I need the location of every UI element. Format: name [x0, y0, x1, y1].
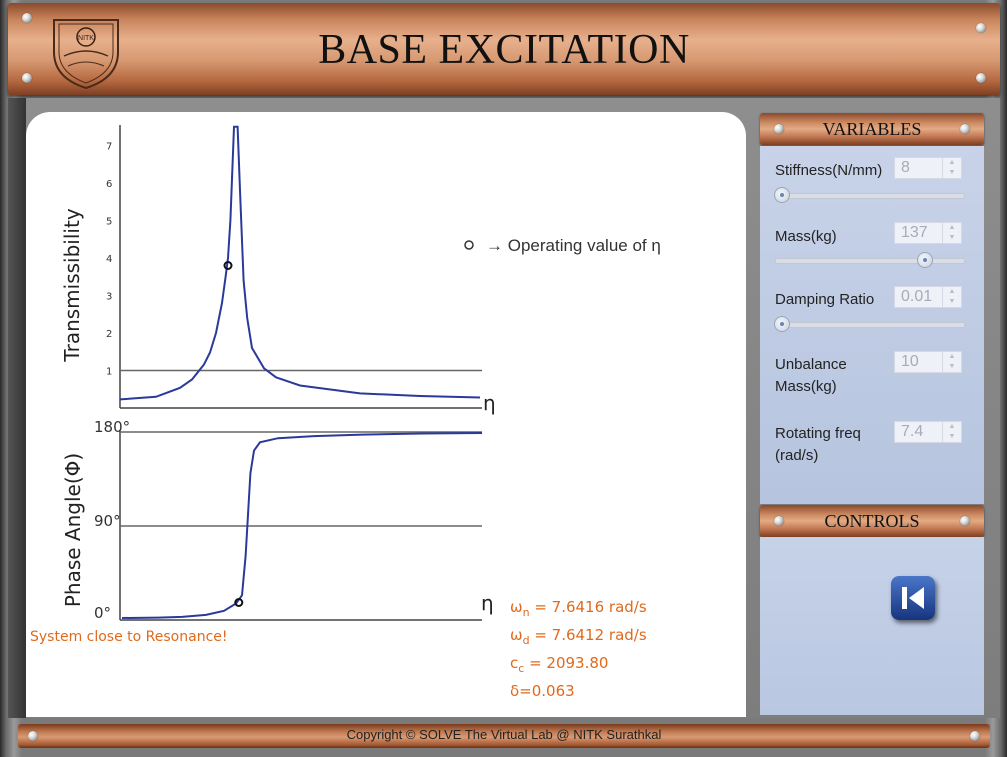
- tick-label: 1: [106, 367, 112, 378]
- spin-down-icon[interactable]: ▼: [943, 168, 961, 178]
- bolt-icon: [960, 124, 970, 134]
- step-back-button[interactable]: [891, 576, 935, 620]
- damping-label: Damping Ratio: [775, 291, 875, 308]
- transmissibility-chart: 1 2 3 4 5 6 7 Transmissibility η: [60, 125, 496, 415]
- side-panel: VARIABLES Stiffness(N/mm) 8 ▲ ▼ Mass(kg) …: [760, 113, 984, 715]
- tick-label: 90°: [94, 512, 121, 530]
- status-message: System close to Resonance!: [30, 629, 228, 645]
- natural-frequency: ωn = 7.6416 rad/s: [510, 598, 647, 619]
- tick-label: 7: [106, 142, 112, 153]
- stiffness-label: Stiffness(N/mm): [775, 162, 883, 179]
- tick-label: 6: [106, 179, 112, 190]
- mass-label: Mass(kg): [775, 228, 837, 245]
- bolt-icon: [774, 516, 784, 526]
- mass-slider[interactable]: [775, 252, 965, 268]
- slider-thumb[interactable]: [916, 252, 933, 268]
- copyright-text: Copyright © SOLVE The Virtual Lab @ NITK…: [346, 727, 662, 742]
- rotating-freq-spinner[interactable]: 7.4 ▲ ▼: [894, 421, 962, 443]
- bolt-icon: [970, 731, 980, 741]
- tick-label: 0°: [94, 604, 111, 622]
- stiffness-spinner[interactable]: 8 ▲ ▼: [894, 157, 962, 179]
- transmissibility-curve: [119, 125, 481, 401]
- unbalance-spinner[interactable]: 10 ▲ ▼: [894, 351, 962, 373]
- tick-label: 180°: [94, 418, 130, 436]
- spin-down-icon[interactable]: ▼: [943, 362, 961, 372]
- tick-label: 3: [106, 292, 112, 303]
- footer-bar: Copyright © SOLVE The Virtual Lab @ NITK…: [18, 724, 990, 748]
- spin-down-icon[interactable]: ▼: [943, 297, 961, 307]
- step-back-icon: [902, 587, 924, 609]
- spin-down-icon[interactable]: ▼: [943, 233, 961, 243]
- log-decrement: δ=0.063: [510, 682, 575, 700]
- damped-frequency: ωd = 7.6412 rad/s: [510, 626, 647, 647]
- damping-spinner[interactable]: 0.01 ▲ ▼: [894, 286, 962, 308]
- damping-slider[interactable]: [774, 316, 965, 332]
- variables-header: VARIABLES: [760, 113, 984, 145]
- legend: → Operating value of η: [464, 236, 661, 255]
- slider-thumb[interactable]: [774, 316, 790, 332]
- critical-damping: cc = 2093.80: [510, 654, 609, 675]
- bolt-icon: [774, 124, 784, 134]
- tick-label: 4: [106, 254, 112, 265]
- unbalance-label: Unbalance Mass(kg): [775, 356, 847, 395]
- tick-label: 5: [106, 217, 112, 228]
- slider-thumb[interactable]: [774, 187, 790, 203]
- spin-up-icon[interactable]: ▲: [943, 158, 961, 168]
- spin-up-icon[interactable]: ▲: [943, 287, 961, 297]
- controls-header: CONTROLS: [760, 505, 984, 537]
- spin-up-icon[interactable]: ▲: [943, 352, 961, 362]
- circle-marker-icon: [464, 240, 474, 250]
- variables-panel: Stiffness(N/mm) 8 ▲ ▼ Mass(kg) 137 ▲ ▼ Dam…: [760, 146, 984, 504]
- spin-down-icon[interactable]: ▼: [943, 432, 961, 442]
- spin-up-icon[interactable]: ▲: [943, 422, 961, 432]
- stiffness-slider[interactable]: [774, 187, 965, 203]
- tick-label: 2: [106, 329, 112, 340]
- mass-spinner[interactable]: 137 ▲ ▼: [894, 222, 962, 244]
- x-axis-label: η: [481, 591, 494, 615]
- spin-up-icon[interactable]: ▲: [943, 223, 961, 233]
- y-axis-label: Phase Angle(Φ): [61, 453, 85, 607]
- legend-text: → Operating value of η: [486, 236, 661, 255]
- x-axis-label: η: [483, 391, 496, 415]
- controls-panel: [760, 537, 984, 715]
- phase-chart: 180° 90° 0° Phase Angle(Φ) η: [61, 418, 494, 622]
- rotating-freq-label: Rotating freq (rad/s): [775, 425, 861, 464]
- y-axis-label: Transmissibility: [60, 208, 84, 362]
- bolt-icon: [960, 516, 970, 526]
